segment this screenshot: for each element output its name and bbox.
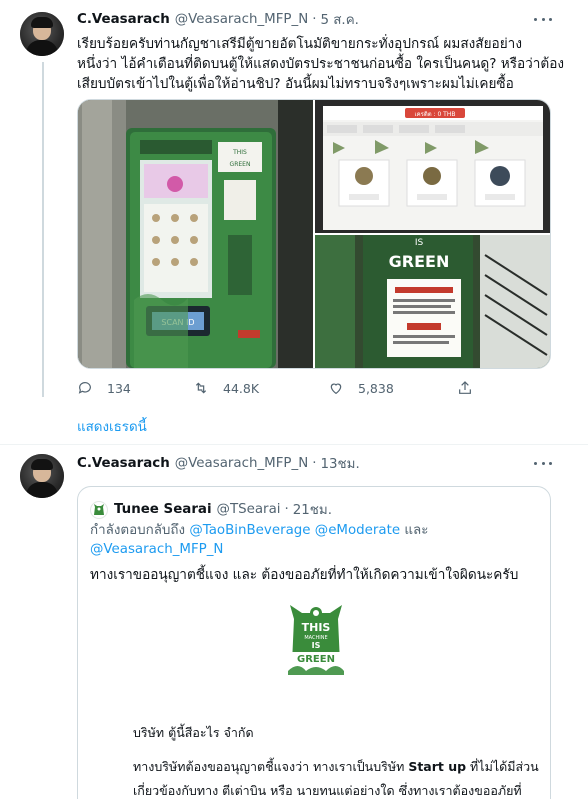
- like-count: 5,838: [358, 380, 394, 396]
- tweet-text-line: เสียบบัตรเข้าไปในตู้เพื่อให้อ่านชิป? อัน…: [77, 76, 514, 92]
- show-thread-link[interactable]: แสดงเธรดนี้: [77, 416, 147, 437]
- svg-text:GREEN: GREEN: [230, 161, 251, 168]
- author-handle[interactable]: @Veasarach_MFP_N: [175, 12, 308, 27]
- timestamp[interactable]: 5 ส.ค.: [320, 9, 358, 30]
- timestamp[interactable]: 13ชม.: [320, 453, 359, 474]
- tweet-text-line: เรียบร้อยครับท่านกัญชาเสรีมีตู้ขายอัตโนม…: [77, 36, 522, 52]
- tweet-text-line: หนึ่งว่า ไอ้คำเตือนที่ติดบนตู้ให้แสดงบัต…: [77, 56, 565, 72]
- retweet-icon: [195, 382, 207, 394]
- separator: ·: [284, 502, 289, 517]
- tweet-header: C.Veasarach @Veasarach_MFP_N · 13ชม.: [77, 453, 360, 473]
- retweet-count: 44.8K: [223, 380, 260, 396]
- quoted-author-name: Tunee Searai: [114, 502, 212, 517]
- green-monster-logo-icon: [94, 503, 104, 515]
- separator: ·: [312, 455, 317, 471]
- author-name[interactable]: C.Veasarach: [77, 456, 170, 471]
- replying-to-label: กำลังตอบกลับถึง: [90, 523, 186, 538]
- statement-text: เกี่ยวข้องกับทาง ตีเต่าบิน หรือ นายทนแต่…: [133, 783, 522, 798]
- more-options-icon[interactable]: [534, 12, 552, 26]
- author-handle[interactable]: @Veasarach_MFP_N: [175, 456, 308, 471]
- statement-text-bold: Start up: [408, 759, 467, 774]
- tweet-media-grid: THIS GREEN SCAN ID เครดิต : 0 THB: [77, 99, 551, 369]
- avatar[interactable]: [20, 454, 64, 498]
- reply-button[interactable]: 134: [77, 380, 131, 396]
- tweet-body: เรียบร้อยครับท่านกัญชาเสรีมีตู้ขายอัตโนม…: [77, 34, 565, 94]
- replying-to: กำลังตอบกลับถึง @TaoBinBeverage @eModera…: [90, 521, 428, 559]
- media-photo-touch-screen[interactable]: เครดิต : 0 THB: [315, 100, 550, 233]
- media-photo-vending-machine[interactable]: THIS GREEN SCAN ID: [78, 100, 313, 368]
- tweet-actions: 134 44.8K 5,838: [77, 380, 551, 398]
- heart-icon: [330, 383, 342, 395]
- svg-text:THIS: THIS: [232, 149, 247, 156]
- reply-icon: [78, 382, 91, 394]
- separator: ·: [312, 11, 317, 27]
- this-machine-is-green-logo: THIS MACHINE IS GREEN: [288, 605, 344, 675]
- more-options-icon[interactable]: [534, 456, 552, 470]
- statement-text: ที่ไม่ได้มีส่วน: [466, 759, 539, 774]
- like-button[interactable]: 5,838: [328, 380, 394, 396]
- tweet-header: C.Veasarach @Veasarach_MFP_N · 5 ส.ค.: [77, 9, 359, 29]
- svg-text:เครดิต : 0 THB: เครดิต : 0 THB: [415, 111, 456, 118]
- quoted-tweet-text: ทางเราขออนุญาตชี้แจง และ ต้องขออภัยที่ทำ…: [90, 567, 519, 583]
- quoted-statement: ทางบริษัทต้องขออนุญาตชี้แจงว่า ทางเราเป็…: [133, 755, 539, 799]
- svg-text:IS: IS: [415, 238, 424, 248]
- tweet-divider: [0, 444, 588, 445]
- avatar[interactable]: [20, 12, 64, 56]
- quoted-timestamp: 21ชม.: [292, 503, 332, 518]
- logo-text: IS: [312, 641, 321, 650]
- author-name[interactable]: C.Veasarach: [77, 12, 170, 27]
- quoted-author-handle: @TSearai: [216, 502, 281, 517]
- mention-link[interactable]: @eModerate: [315, 523, 400, 538]
- reply-count: 134: [107, 380, 131, 396]
- share-icon: [459, 381, 471, 394]
- svg-text:GREEN: GREEN: [389, 252, 450, 271]
- logo-text: GREEN: [297, 654, 335, 665]
- quoted-avatar: [90, 500, 108, 519]
- quoted-tweet-header: Tunee Searai @TSearai · 21ชม.: [90, 499, 332, 520]
- retweet-button[interactable]: 44.8K: [193, 380, 259, 396]
- mention-link[interactable]: @TaoBinBeverage: [189, 523, 310, 538]
- thread-connector-line: [42, 62, 44, 397]
- replying-to-and: และ: [404, 523, 429, 538]
- mention-link[interactable]: @Veasarach_MFP_N: [90, 542, 223, 557]
- quoted-tweet[interactable]: Tunee Searai @TSearai · 21ชม. กำลังตอบกล…: [77, 486, 551, 799]
- share-button[interactable]: [457, 380, 487, 396]
- statement-text: ทางบริษัทต้องขออนุญาตชี้แจงว่า ทางเราเป็…: [133, 759, 409, 774]
- logo-text: THIS: [302, 621, 331, 634]
- company-name: บริษัท ตู้นี้สีอะไร จำกัด: [133, 725, 254, 740]
- media-photo-warning-sign[interactable]: IS GREEN: [315, 235, 550, 368]
